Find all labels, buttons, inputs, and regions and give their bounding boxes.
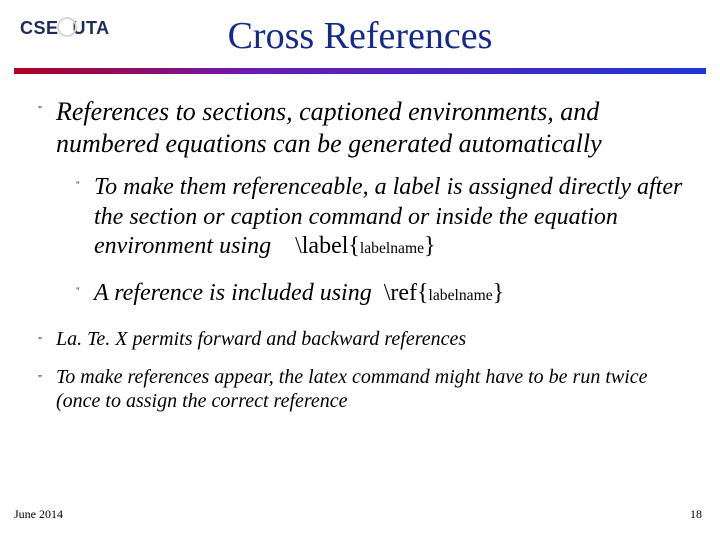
code-label: \label{labelname} <box>295 233 435 259</box>
bullet-3-text: To make references appear, the latex com… <box>56 365 690 414</box>
subbullet-2: " A reference is included using \ref{lab… <box>76 279 690 308</box>
bullet-marker: " <box>76 279 94 296</box>
slide: CSEUTA Cross References " References to … <box>0 0 720 540</box>
subbullet-2-prefix: A reference is included using <box>94 280 372 306</box>
bullet-marker: " <box>38 96 56 116</box>
bullet-marker: " <box>76 173 94 190</box>
bullet-1-text: References to sections, captioned enviro… <box>56 96 690 159</box>
bullet-3: " To make references appear, the latex c… <box>38 365 690 414</box>
bullet-2: " La. Te. X permits forward and backward… <box>38 327 690 351</box>
bullet-1: " References to sections, captioned envi… <box>38 96 690 159</box>
footer-page: 18 <box>690 507 702 522</box>
code-ref: \ref{labelname} <box>384 280 504 306</box>
bullet-marker: " <box>38 365 56 385</box>
subbullet-1-text: To make them referenceable, a label is a… <box>94 173 690 261</box>
divider-gradient <box>14 68 706 74</box>
content-area: " References to sections, captioned envi… <box>38 96 690 414</box>
bullet-2-text: La. Te. X permits forward and backward r… <box>56 327 466 351</box>
bullet-marker: " <box>38 327 56 347</box>
slide-title: Cross References <box>0 14 720 58</box>
subbullet-2-text: A reference is included using \ref{label… <box>94 279 504 308</box>
footer-date: June 2014 <box>14 507 63 522</box>
subbullet-1: " To make them referenceable, a label is… <box>76 173 690 261</box>
